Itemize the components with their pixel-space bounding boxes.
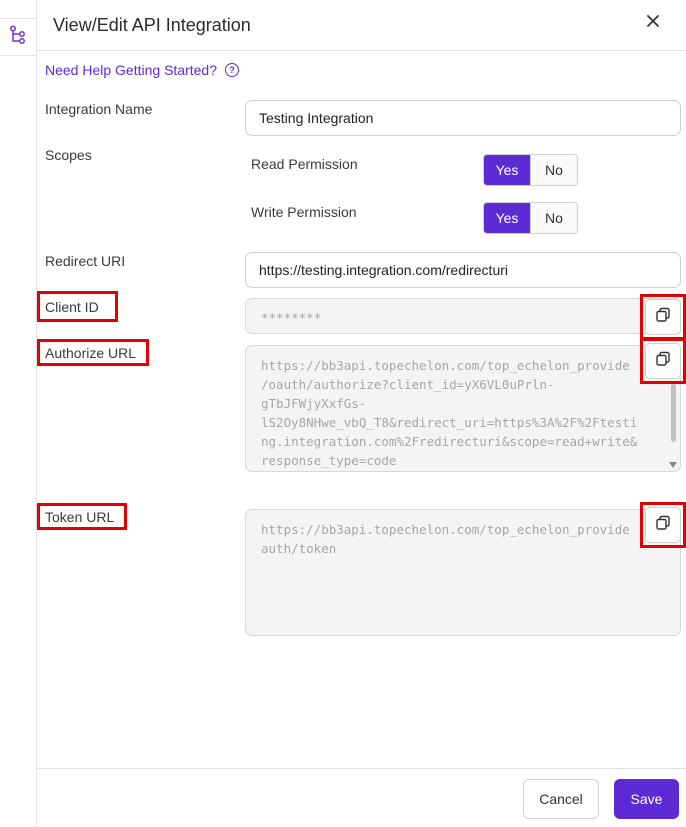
- client-id-copy-button[interactable]: [645, 299, 681, 335]
- read-permission-yes-button[interactable]: Yes: [484, 155, 530, 185]
- close-icon: [646, 14, 660, 33]
- write-permission-no-button[interactable]: No: [530, 203, 577, 233]
- client-id-label: Client ID: [45, 299, 99, 315]
- authorize-url-label: Authorize URL: [45, 345, 137, 361]
- scroll-down-arrow[interactable]: [669, 462, 677, 468]
- client-id-field[interactable]: ********: [245, 298, 681, 334]
- read-permission-no-button[interactable]: No: [530, 155, 577, 185]
- help-link-label: Need Help Getting Started?: [45, 62, 217, 78]
- close-button[interactable]: [644, 14, 662, 32]
- workflow-tree-icon: [9, 25, 27, 50]
- scroll-thumb[interactable]: [671, 384, 676, 442]
- question-circle-icon: ?: [225, 63, 239, 77]
- token-url-value: https://bb3api.topechelon.com/top_echelo…: [261, 522, 630, 556]
- rail-tab-integrations[interactable]: [0, 18, 36, 56]
- token-url-label: Token URL: [45, 509, 115, 525]
- help-link[interactable]: Need Help Getting Started? ?: [45, 62, 239, 78]
- copy-icon: [655, 351, 671, 372]
- cancel-button[interactable]: Cancel: [523, 779, 599, 819]
- write-permission-toggle: Yes No: [483, 202, 578, 234]
- token-url-copy-button[interactable]: [645, 507, 681, 543]
- authorize-url-value: https://bb3api.topechelon.com/top_echelo…: [261, 358, 638, 468]
- scopes-label: Scopes: [45, 147, 92, 163]
- read-permission-toggle: Yes No: [483, 154, 578, 186]
- integration-name-field[interactable]: Testing Integration: [245, 100, 681, 136]
- integration-name-label: Integration Name: [45, 101, 153, 117]
- copy-icon: [655, 515, 671, 536]
- read-permission-label: Read Permission: [251, 156, 358, 172]
- page-title: View/Edit API Integration: [53, 15, 251, 35]
- authorize-url-field[interactable]: https://bb3api.topechelon.com/top_echelo…: [245, 345, 681, 472]
- side-rail: [0, 0, 37, 826]
- panel-header: View/Edit API Integration: [37, 0, 686, 51]
- redirect-uri-field[interactable]: https://testing.integration.com/redirect…: [245, 252, 681, 288]
- redirect-uri-label: Redirect URI: [45, 253, 126, 269]
- save-button[interactable]: Save: [614, 779, 679, 819]
- client-id-value: ********: [261, 310, 322, 325]
- api-integration-panel: View/Edit API Integration Need Help Gett…: [37, 0, 686, 826]
- token-url-field[interactable]: https://bb3api.topechelon.com/top_echelo…: [245, 509, 681, 636]
- copy-icon: [655, 307, 671, 328]
- panel-footer: Cancel Save: [37, 768, 686, 827]
- write-permission-label: Write Permission: [251, 204, 357, 220]
- authorize-url-copy-button[interactable]: [645, 343, 681, 379]
- write-permission-yes-button[interactable]: Yes: [484, 203, 530, 233]
